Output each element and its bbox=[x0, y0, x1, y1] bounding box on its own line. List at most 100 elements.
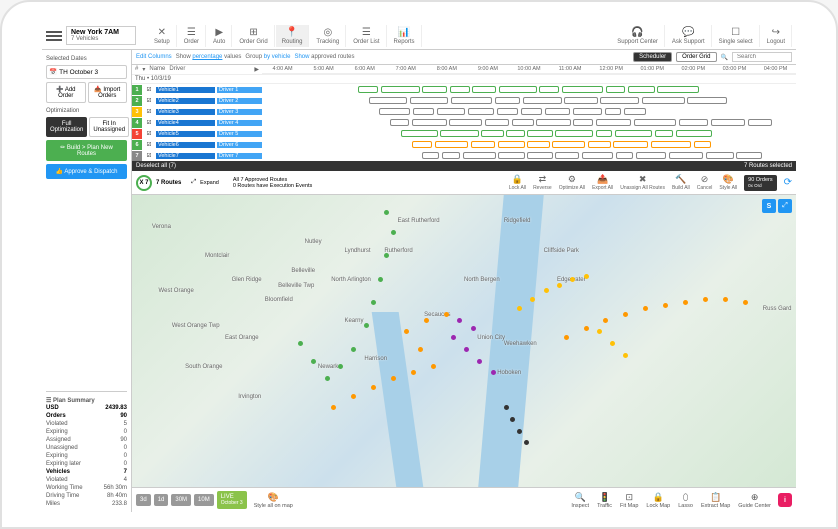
nav-reports[interactable]: 📊Reports bbox=[388, 25, 422, 47]
zoom-30m[interactable]: 30M bbox=[171, 494, 191, 506]
route-marker[interactable] bbox=[477, 359, 482, 364]
style-all-map-button[interactable]: 🎨Style all on map bbox=[250, 492, 297, 509]
fit-in-unassigned-button[interactable]: Fit In Unassigned bbox=[89, 117, 129, 137]
top-single-select[interactable]: ☐Single select bbox=[713, 25, 760, 47]
route-marker[interactable] bbox=[444, 312, 449, 317]
expand-button[interactable]: Expand bbox=[200, 180, 219, 186]
live-button[interactable]: LIVEOctober 3 bbox=[217, 491, 247, 509]
zoom-1d[interactable]: 1d bbox=[154, 494, 169, 506]
refresh-icon[interactable]: ⟳ bbox=[784, 177, 792, 188]
zoom-10m[interactable]: 10M bbox=[194, 494, 214, 506]
import-orders-button[interactable]: 📥 Import Orders bbox=[88, 82, 128, 103]
zoom-3d[interactable]: 3d bbox=[136, 494, 151, 506]
add-order-button[interactable]: ➕ Add Order bbox=[46, 82, 86, 103]
route-marker[interactable] bbox=[584, 274, 589, 279]
route-marker[interactable] bbox=[384, 210, 389, 215]
group-by-toggle[interactable]: Group by vehicle bbox=[245, 54, 290, 60]
route-marker[interactable] bbox=[584, 326, 589, 331]
route-marker[interactable] bbox=[298, 341, 303, 346]
orders-count-badge[interactable]: 90 Orders 0x Ord bbox=[744, 175, 776, 191]
plan-summary: ☰ Plan Summary USD2439.83Orders90Violate… bbox=[46, 391, 127, 508]
maptool-unassign-all-routes[interactable]: ✖Unassign All Routes bbox=[617, 174, 668, 191]
nav-order[interactable]: ☰Order bbox=[178, 25, 206, 47]
edit-columns-link[interactable]: Edit Columns bbox=[136, 54, 172, 60]
maptool-lock-all[interactable]: 🔒Lock All bbox=[506, 174, 529, 191]
top-ask-support[interactable]: 💬Ask Support bbox=[666, 25, 712, 47]
route-marker[interactable] bbox=[424, 318, 429, 323]
maptool-optimize-all[interactable]: ⚙Optimize All bbox=[556, 174, 588, 191]
gantt-row[interactable]: 7☑Vehicle7Driver 7 bbox=[132, 150, 796, 161]
sort-header: #▾ Name Driver ▶ bbox=[132, 65, 262, 74]
nav-auto[interactable]: ▶Auto bbox=[207, 25, 232, 47]
top-support-center[interactable]: 🎧Support Center bbox=[611, 25, 665, 47]
route-marker[interactable] bbox=[391, 230, 396, 235]
map-canvas[interactable]: VeronaMontclairWest OrangeGlen RidgeBloo… bbox=[132, 195, 796, 487]
maptool-export-all[interactable]: 📤Export All bbox=[589, 174, 616, 191]
maptool-cancel[interactable]: ⊘Cancel bbox=[694, 174, 716, 191]
full-optimization-button[interactable]: Full Optimization bbox=[46, 117, 87, 137]
gantt-row[interactable]: 1☑Vehicle1Driver 1 bbox=[132, 84, 796, 95]
scheduler-tab[interactable]: Scheduler bbox=[633, 52, 672, 62]
maptool-style-all[interactable]: 🎨Style All bbox=[716, 174, 740, 191]
bottom-inspect[interactable]: 🔍Inspect bbox=[567, 492, 593, 509]
route-marker[interactable] bbox=[557, 283, 562, 288]
map-place-label: Kearny bbox=[344, 318, 363, 324]
maptool-build-all[interactable]: 🔨Build All bbox=[669, 174, 693, 191]
order-grid-tab[interactable]: Order Grid bbox=[676, 52, 716, 62]
route-marker[interactable] bbox=[451, 335, 456, 340]
gantt-row[interactable]: 4☑Vehicle4Driver 4 bbox=[132, 117, 796, 128]
fullscreen-icon[interactable]: ⤢ bbox=[778, 199, 792, 213]
nav-routing[interactable]: 📍Routing bbox=[276, 25, 310, 47]
date-row-label: Thu • 10/3/19 bbox=[132, 75, 796, 84]
search-input[interactable] bbox=[732, 52, 792, 62]
gantt-row[interactable]: 2☑Vehicle2Driver 2 bbox=[132, 95, 796, 106]
nav-order-list[interactable]: ☰Order List bbox=[347, 25, 386, 47]
map-toolbar: X 7 7 Routes ⤢ Expand All 7 Approved Rou… bbox=[132, 171, 796, 195]
map-place-label: Hoboken bbox=[497, 370, 521, 376]
bottom-guide-center[interactable]: ⊕Guide Center bbox=[734, 492, 775, 509]
route-marker[interactable] bbox=[391, 376, 396, 381]
route-marker[interactable] bbox=[418, 347, 423, 352]
route-marker[interactable] bbox=[351, 347, 356, 352]
bottom-fit-map[interactable]: ⊡Fit Map bbox=[616, 492, 642, 509]
show-approved-toggle[interactable]: Show approved routes bbox=[294, 54, 354, 60]
deselect-all-button[interactable]: Deselect all (7) bbox=[136, 163, 176, 169]
gantt-row[interactable]: 3☑Vehicle3Driver 3 bbox=[132, 106, 796, 117]
bottom-lasso[interactable]: ⬯Lasso bbox=[674, 492, 697, 509]
show-pct-toggle[interactable]: Show percentage values bbox=[176, 54, 242, 60]
approve-dispatch-button[interactable]: 👍 Approve & Dispatch bbox=[46, 164, 127, 179]
route-marker[interactable] bbox=[351, 394, 356, 399]
route-marker[interactable] bbox=[311, 359, 316, 364]
route-marker[interactable] bbox=[325, 376, 330, 381]
location-selector[interactable]: New York 7AM 7 Vehicles bbox=[66, 26, 136, 45]
satellite-toggle[interactable]: S bbox=[762, 199, 776, 213]
route-marker[interactable] bbox=[371, 385, 376, 390]
gantt-row[interactable]: 6☑Vehicle6Driver 6 bbox=[132, 139, 796, 150]
nav-tracking[interactable]: ◎Tracking bbox=[310, 25, 346, 47]
route-marker[interactable] bbox=[564, 335, 569, 340]
date-selector[interactable]: 📅 TH October 3 bbox=[46, 65, 127, 79]
nav-order-grid[interactable]: ⊞Order Grid bbox=[233, 25, 274, 47]
bottom-traffic[interactable]: 🚦Traffic bbox=[593, 492, 616, 509]
route-marker[interactable] bbox=[464, 347, 469, 352]
bottom-extract-map[interactable]: 📋Extract Map bbox=[697, 492, 734, 509]
plan-row: Driving Time8h 40m bbox=[46, 492, 127, 500]
menu-icon[interactable] bbox=[46, 31, 62, 41]
map-place-label: Harrison bbox=[364, 356, 387, 362]
info-button[interactable]: i bbox=[778, 493, 792, 507]
gantt-row[interactable]: 5☑Vehicle5Driver 5 bbox=[132, 128, 796, 139]
route-marker[interactable] bbox=[743, 300, 748, 305]
top-logout[interactable]: ↪Logout bbox=[761, 25, 792, 47]
route-marker[interactable] bbox=[517, 429, 522, 434]
route-count-badge[interactable]: X 7 bbox=[136, 175, 152, 191]
bottom-lock-map[interactable]: 🔒Lock Map bbox=[642, 492, 674, 509]
maptool-reverse[interactable]: ⇄Reverse bbox=[530, 174, 555, 191]
plan-row: Vehicles7 bbox=[46, 468, 127, 476]
build-routes-button[interactable]: ✏ Build > Plan New Routes bbox=[46, 140, 127, 161]
nav-setup[interactable]: ✕Setup bbox=[148, 25, 177, 47]
map-place-label: East Rutherford bbox=[398, 218, 440, 224]
route-marker[interactable] bbox=[570, 277, 575, 282]
route-marker[interactable] bbox=[378, 277, 383, 282]
plan-row: Assigned90 bbox=[46, 436, 127, 444]
route-marker[interactable] bbox=[491, 370, 496, 375]
